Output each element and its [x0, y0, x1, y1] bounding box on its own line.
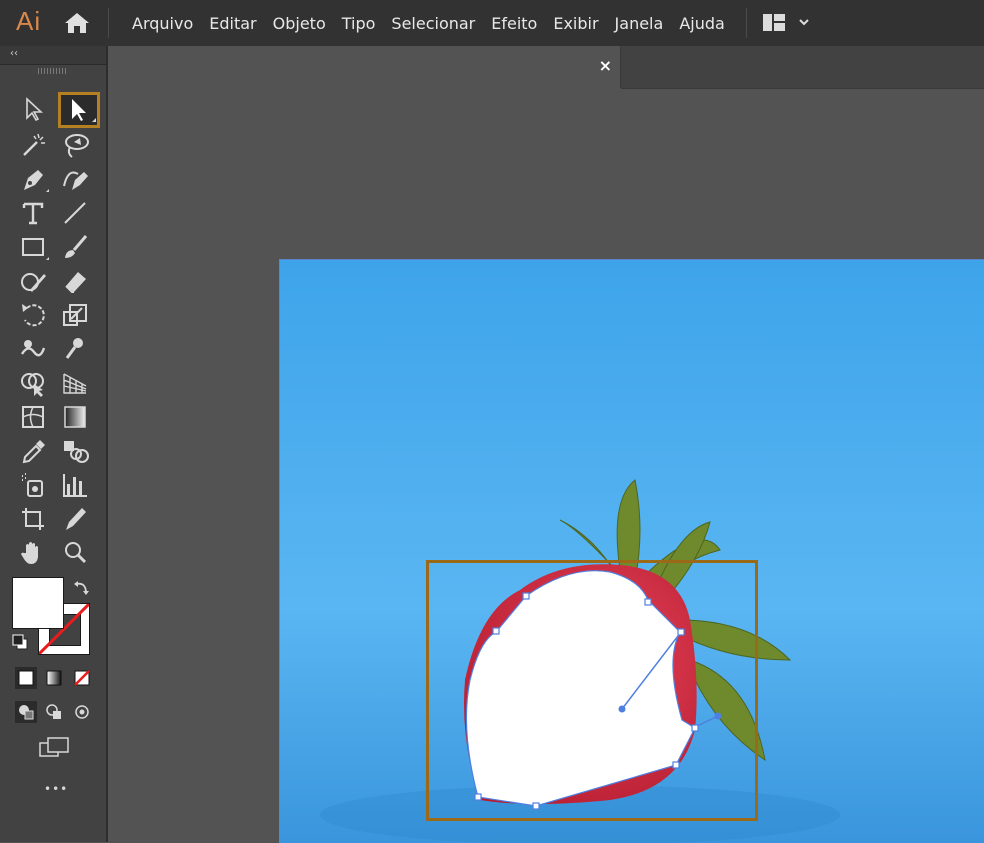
- mesh-tool[interactable]: [16, 400, 50, 434]
- direct-selection-tool[interactable]: [58, 92, 100, 128]
- fill-color-swatch[interactable]: [12, 577, 64, 629]
- panel-grip[interactable]: [38, 68, 68, 74]
- draw-normal-icon[interactable]: [14, 700, 38, 724]
- selection-tool[interactable]: [16, 92, 50, 126]
- menu-tipo[interactable]: Tipo: [334, 14, 384, 33]
- menu-selecionar[interactable]: Selecionar: [383, 14, 483, 33]
- column-graph-tool[interactable]: [58, 468, 92, 502]
- shaper-tool[interactable]: [16, 264, 50, 298]
- menu-efeito[interactable]: Efeito: [483, 14, 545, 33]
- slice-tool[interactable]: [58, 502, 92, 536]
- chevron-down-icon: [799, 19, 809, 26]
- menu-editar[interactable]: Editar: [201, 14, 264, 33]
- menu-exibir[interactable]: Exibir: [545, 14, 606, 33]
- eyedropper-tool[interactable]: [16, 434, 50, 468]
- draw-behind-icon[interactable]: [42, 700, 66, 724]
- default-fill-stroke-icon[interactable]: [12, 634, 30, 652]
- selection-bounding-box[interactable]: [426, 560, 758, 821]
- document-tab[interactable]: ×: [108, 46, 621, 88]
- lasso-tool[interactable]: [58, 128, 92, 162]
- workspace-switcher-button[interactable]: [760, 10, 816, 36]
- curvature-tool[interactable]: [58, 162, 92, 196]
- hand-tool[interactable]: [16, 536, 50, 570]
- menu-divider: [746, 8, 747, 38]
- type-tool[interactable]: [16, 196, 50, 230]
- edit-toolbar-button[interactable]: •••: [44, 782, 68, 796]
- rectangle-tool[interactable]: [16, 230, 50, 264]
- warp-tool[interactable]: [16, 332, 50, 366]
- close-tab-button[interactable]: ×: [599, 56, 612, 75]
- menu-janela[interactable]: Janela: [607, 14, 672, 33]
- shape-builder-tool[interactable]: [16, 366, 50, 400]
- scale-tool[interactable]: [58, 298, 92, 332]
- line-segment-tool[interactable]: [58, 196, 92, 230]
- color-mode-icon[interactable]: [14, 666, 38, 690]
- illustrator-logo: Ai: [16, 6, 42, 36]
- tools-panel-header: ‹‹: [0, 46, 106, 65]
- tools-panel: ‹‹ •••: [0, 46, 106, 842]
- rotate-tool[interactable]: [16, 298, 50, 332]
- puppet-warp-tool[interactable]: [58, 332, 92, 366]
- symbol-sprayer-tool[interactable]: [16, 468, 50, 502]
- screen-mode-icon[interactable]: [36, 736, 72, 760]
- perspective-grid-tool[interactable]: [58, 366, 92, 400]
- blend-tool[interactable]: [58, 434, 92, 468]
- tab-bar-empty: [621, 46, 984, 89]
- menu-ajuda[interactable]: Ajuda: [671, 14, 733, 33]
- menu-bar: Ai Arquivo Editar Objeto Tipo Selecionar…: [0, 0, 984, 46]
- none-mode-icon[interactable]: [70, 666, 94, 690]
- menu-arquivo[interactable]: Arquivo: [124, 14, 201, 33]
- home-icon[interactable]: [62, 8, 92, 38]
- artboard-tool[interactable]: [16, 502, 50, 536]
- magic-wand-tool[interactable]: [16, 128, 50, 162]
- swap-fill-stroke-icon[interactable]: [72, 578, 92, 598]
- gradient-tool[interactable]: [58, 400, 92, 434]
- draw-inside-icon[interactable]: [70, 700, 94, 724]
- paintbrush-tool[interactable]: [58, 230, 92, 264]
- collapse-panel-icon[interactable]: ‹‹: [10, 48, 18, 59]
- workspace-layout-icon: [763, 14, 785, 31]
- menu-objeto[interactable]: Objeto: [265, 14, 334, 33]
- eraser-tool[interactable]: [58, 264, 92, 298]
- pen-tool[interactable]: [16, 162, 50, 196]
- main-menu: Arquivo Editar Objeto Tipo Selecionar Ef…: [124, 0, 733, 46]
- zoom-tool[interactable]: [58, 536, 92, 570]
- menu-divider: [108, 8, 109, 38]
- gradient-mode-icon[interactable]: [42, 666, 66, 690]
